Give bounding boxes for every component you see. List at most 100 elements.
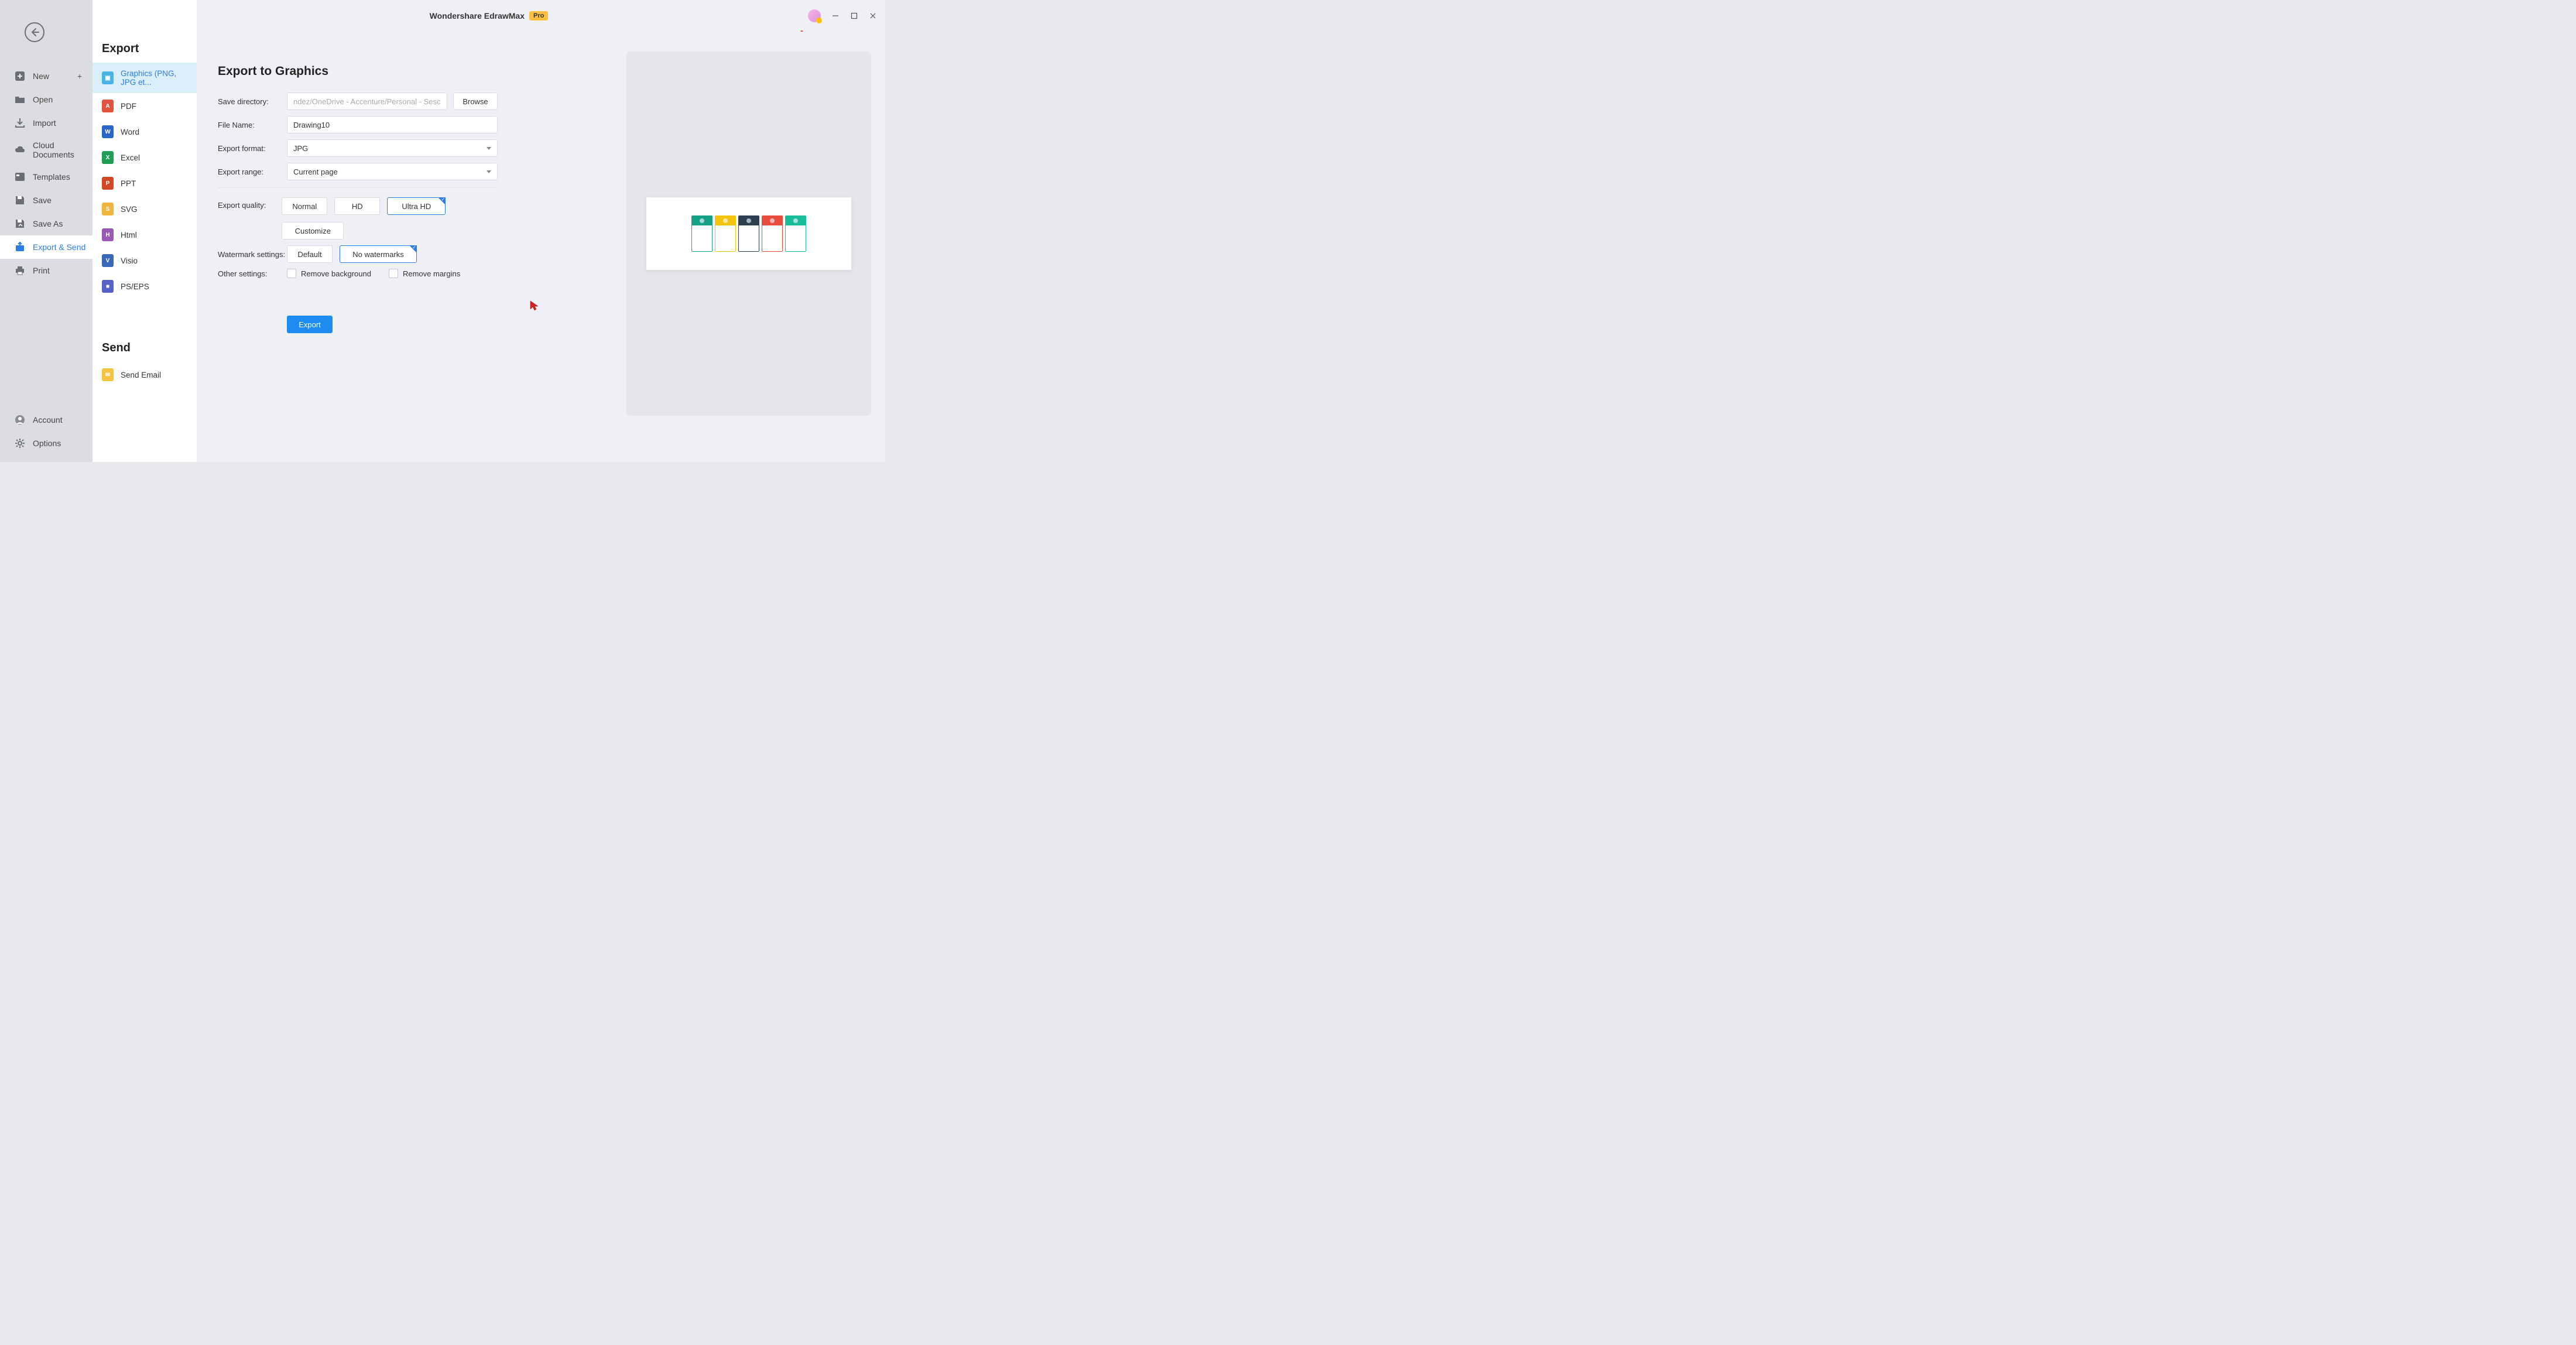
maximize-button[interactable]	[850, 12, 858, 20]
quality-customize[interactable]: Customize	[282, 222, 344, 239]
nav-label: Save As	[33, 219, 63, 228]
import-icon	[14, 117, 26, 129]
format-excel[interactable]: X Excel	[93, 145, 197, 170]
remove-background-checkbox[interactable]: Remove background	[287, 269, 371, 278]
ps-file-icon: ■	[102, 280, 114, 293]
save-as-icon	[14, 218, 26, 230]
send-email[interactable]: ✉ Send Email	[93, 362, 197, 388]
pdf-file-icon: A	[102, 100, 114, 112]
export-range-label: Export range:	[218, 167, 287, 176]
browse-button[interactable]: Browse	[453, 93, 498, 110]
svg-file-icon: S	[102, 203, 114, 215]
format-ppt[interactable]: P PPT	[93, 170, 197, 196]
image-file-icon: ▣	[102, 71, 114, 84]
divider	[218, 187, 498, 188]
account-icon	[14, 414, 26, 426]
templates-icon	[14, 171, 26, 183]
format-pdf[interactable]: A PDF	[93, 93, 197, 119]
export-button[interactable]: Export	[287, 316, 333, 333]
nav-open[interactable]: Open	[0, 88, 93, 111]
html-file-icon: H	[102, 228, 114, 241]
export-format-label: Export format:	[218, 144, 287, 153]
left-sidebar: New + Open Import Cloud Documents Templa…	[0, 0, 93, 462]
nav-label: Options	[33, 439, 61, 448]
save-directory-label: Save directory:	[218, 97, 287, 106]
file-name-field[interactable]	[287, 116, 498, 134]
nav-save-as[interactable]: Save As	[0, 212, 93, 235]
nav-templates[interactable]: Templates	[0, 165, 93, 189]
format-label: PDF	[121, 102, 136, 111]
quality-ultra-hd[interactable]: Ultra HD	[387, 197, 446, 215]
folder-icon	[14, 94, 26, 105]
nav-label: Cloud Documents	[33, 141, 87, 159]
save-icon	[14, 194, 26, 206]
quality-hd[interactable]: HD	[334, 197, 380, 215]
format-graphics[interactable]: ▣ Graphics (PNG, JPG et...	[93, 63, 197, 93]
format-label: Visio	[121, 256, 138, 265]
export-range-dropdown[interactable]: Current page	[287, 163, 498, 180]
format-label: Word	[121, 128, 139, 136]
nav-print[interactable]: Print	[0, 259, 93, 282]
add-icon[interactable]: +	[77, 71, 82, 81]
preview-card	[715, 215, 736, 252]
format-label: Graphics (PNG, JPG et...	[121, 69, 187, 87]
ppt-file-icon: P	[102, 177, 114, 190]
nav-label: Open	[33, 95, 53, 104]
send-heading: Send	[93, 328, 197, 362]
excel-file-icon: X	[102, 151, 114, 164]
quality-normal[interactable]: Normal	[282, 197, 327, 215]
nav-label: New	[33, 71, 49, 81]
nav-account[interactable]: Account	[0, 408, 93, 432]
format-svg[interactable]: S SVG	[93, 196, 197, 222]
nav-save[interactable]: Save	[0, 189, 93, 212]
visio-file-icon: V	[102, 254, 114, 267]
format-label: PS/EPS	[121, 282, 149, 291]
plus-square-icon	[14, 70, 26, 82]
checkbox-box	[287, 269, 296, 278]
minimize-button[interactable]	[831, 12, 840, 20]
checkbox-box	[389, 269, 398, 278]
watermark-none[interactable]: No watermarks	[340, 245, 417, 263]
title-bar: Wondershare EdrawMax Pro	[93, 0, 885, 32]
nav-import[interactable]: Import	[0, 111, 93, 135]
file-name-label: File Name:	[218, 121, 287, 129]
user-avatar[interactable]	[808, 9, 821, 22]
format-pseps[interactable]: ■ PS/EPS	[93, 273, 197, 299]
format-label: Html	[121, 231, 137, 239]
save-directory-field[interactable]	[287, 93, 447, 110]
options-gear-icon	[14, 437, 26, 449]
nav-label: Account	[33, 415, 63, 425]
remove-margins-checkbox[interactable]: Remove margins	[389, 269, 460, 278]
app-title: Wondershare EdrawMax	[430, 11, 525, 20]
nav-label: Templates	[33, 172, 70, 182]
preview-card	[738, 215, 759, 252]
nav-options[interactable]: Options	[0, 432, 93, 455]
nav-label: Export & Send	[33, 242, 85, 252]
format-label: SVG	[121, 205, 138, 214]
watermark-default[interactable]: Default	[287, 245, 333, 263]
email-icon: ✉	[102, 368, 114, 381]
format-label: Excel	[121, 153, 140, 162]
nav-export-send[interactable]: Export & Send	[0, 235, 93, 259]
preview-image	[646, 197, 851, 270]
format-visio[interactable]: V Visio	[93, 248, 197, 273]
main-content: Export to Graphics Save directory: Brows…	[197, 32, 885, 462]
nav-new[interactable]: New +	[0, 64, 93, 88]
export-quality-label: Export quality:	[218, 197, 282, 210]
page-title: Export to Graphics	[218, 64, 498, 78]
close-button[interactable]	[869, 12, 877, 20]
print-icon	[14, 265, 26, 276]
format-word[interactable]: W Word	[93, 119, 197, 145]
format-label: PPT	[121, 179, 136, 188]
export-format-dropdown[interactable]: JPG	[287, 139, 498, 157]
cloud-icon	[14, 144, 26, 156]
format-html[interactable]: H Html	[93, 222, 197, 248]
export-icon	[14, 241, 26, 253]
nav-cloud-documents[interactable]: Cloud Documents	[0, 135, 93, 165]
preview-card	[785, 215, 806, 252]
pro-badge: Pro	[529, 11, 548, 20]
nav-label: Save	[33, 196, 52, 205]
preview-card	[691, 215, 712, 252]
export-heading: Export	[93, 29, 197, 63]
export-format-column: Export ▣ Graphics (PNG, JPG et... A PDF …	[93, 0, 197, 462]
